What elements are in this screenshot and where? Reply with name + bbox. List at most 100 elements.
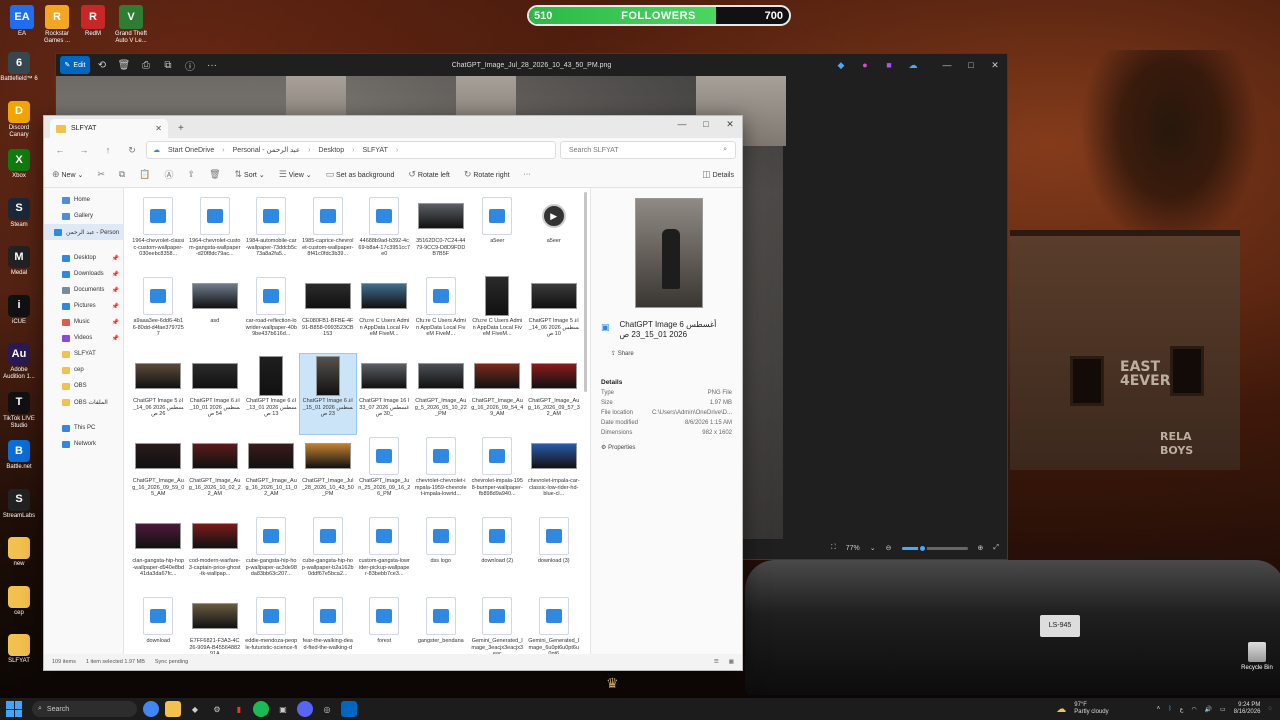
file-item[interactable]: ChatGPT Image 6 أغسطس 2026 01_13_13 ص bbox=[243, 354, 300, 434]
breadcrumb-item[interactable]: Start OneDrive bbox=[168, 147, 214, 154]
file-item[interactable]: ChatGPT_Image_Jul_28_2026_10_43_50_PM bbox=[300, 434, 357, 514]
new-tab-icon[interactable]: + bbox=[178, 123, 184, 134]
up-icon[interactable]: ↑ bbox=[98, 140, 118, 160]
start-button[interactable] bbox=[6, 701, 22, 717]
rename-icon[interactable]: Ⓐ bbox=[165, 168, 174, 181]
zoom-in-icon[interactable]: ⊕ bbox=[978, 544, 984, 552]
sidebar-item[interactable]: عبد الرحمن - Person bbox=[44, 224, 123, 240]
desktop-shortcut[interactable]: M Medal bbox=[0, 246, 39, 277]
fit-icon[interactable]: ⛶ bbox=[831, 544, 836, 552]
rotate-right-button[interactable]: ↻ Rotate right bbox=[464, 169, 510, 180]
new-button[interactable]: ⊕ New ⌄ bbox=[52, 169, 83, 180]
designer-icon[interactable]: ◆ bbox=[829, 54, 853, 76]
minimize-icon[interactable]: — bbox=[935, 54, 959, 76]
language-icon[interactable]: ع bbox=[1180, 706, 1184, 713]
file-explorer-icon[interactable] bbox=[165, 701, 181, 717]
edit-button[interactable]: ✎ Edit bbox=[60, 56, 90, 74]
scrollbar[interactable] bbox=[584, 192, 587, 392]
copy-icon[interactable]: ⧉ bbox=[119, 169, 125, 180]
file-item[interactable]: ChatGPT_Image_Aug_16_2026_09_54_49_AM bbox=[469, 354, 526, 434]
breadcrumb-item[interactable]: Desktop bbox=[318, 147, 344, 154]
more-button[interactable]: ··· bbox=[524, 171, 531, 178]
battery-icon[interactable]: ▭ bbox=[1220, 706, 1226, 713]
desktop-shortcut[interactable]: S StreamLabs bbox=[0, 488, 39, 520]
epic-games-icon[interactable]: ◆ bbox=[187, 701, 203, 717]
weather-widget[interactable]: 97°F Partly cloudy bbox=[1074, 702, 1108, 716]
file-item[interactable]: ChatGPT_Image_Aug_16_2026_10_02_22_AM bbox=[187, 434, 244, 514]
sidebar-item[interactable]: This PC bbox=[44, 420, 123, 436]
file-item[interactable]: E7FF6821-F3A3-4C26-909A-B4556488291A bbox=[187, 594, 244, 654]
file-item[interactable]: download (2) bbox=[469, 514, 526, 594]
breadcrumb-item[interactable]: Personal - عبد الرحمن bbox=[233, 146, 300, 154]
view-button[interactable]: ☰ View ⌄ bbox=[279, 169, 312, 180]
file-item[interactable]: cube-gangsta-hip-hop-wallpaper-ac3de98da… bbox=[243, 514, 300, 594]
capcut-icon[interactable]: ▣ bbox=[275, 701, 291, 717]
list-view-icon[interactable]: ☰ bbox=[714, 659, 719, 665]
file-item[interactable]: ▶ a5eer bbox=[526, 194, 583, 274]
github-icon[interactable]: ◎ bbox=[319, 701, 335, 717]
file-item[interactable]: Cfu:re C Users Admin AppData Local FiveM… bbox=[413, 274, 470, 354]
discord-icon[interactable] bbox=[297, 701, 313, 717]
clock[interactable]: 9:24 PM 8/16/2026 bbox=[1234, 702, 1261, 716]
close-icon[interactable]: ✕ bbox=[983, 54, 1007, 76]
file-item[interactable]: ChatGPT Image 16 أغسطس 2026 07_33_30 ص bbox=[356, 354, 413, 434]
zoom-out-icon[interactable]: ⊖ bbox=[886, 544, 892, 552]
file-item[interactable]: clan-gangsta-hip-hop-wallpaper-d940e8bd4… bbox=[130, 514, 187, 594]
wifi-icon[interactable]: ◠ bbox=[1191, 706, 1196, 713]
close-icon[interactable]: ✕ bbox=[718, 116, 742, 132]
rotate-left-button[interactable]: ↺ Rotate left bbox=[408, 169, 449, 180]
file-item[interactable]: ChatGPT Image 5 أغسطس 2026 06_14_10 ص bbox=[526, 274, 583, 354]
more-icon[interactable]: ··· bbox=[202, 56, 222, 74]
sort-button[interactable]: ⇅ Sort ⌄ bbox=[235, 169, 265, 180]
file-item[interactable]: Cfu:re C Users Admin AppData Local FiveM… bbox=[356, 274, 413, 354]
file-item[interactable]: Gemini_Generated_Image_6u0pt6u0pt6u0pt6 bbox=[526, 594, 583, 654]
desktop-shortcut[interactable]: B Battle.net bbox=[0, 440, 39, 471]
file-item[interactable]: chevrolet-impala-1958-burnper-wallpaper-… bbox=[469, 434, 526, 514]
delete-icon[interactable]: 🗑 bbox=[209, 169, 220, 180]
file-item[interactable]: car-road-reflection-lowrider-wallpaper-4… bbox=[243, 274, 300, 354]
file-item[interactable]: download (3) bbox=[526, 514, 583, 594]
file-item[interactable]: fear-the-walking-dead-fted-the-walking-d bbox=[300, 594, 357, 654]
file-item[interactable]: cube-gangsta-hip-hop-wallpaper-b2a162b0d… bbox=[300, 514, 357, 594]
maximize-icon[interactable]: □ bbox=[694, 116, 718, 132]
file-item[interactable]: a5eer bbox=[469, 194, 526, 274]
details-button[interactable]: ◫ Details bbox=[702, 169, 734, 180]
file-item[interactable]: 1985-caprice-chevrolet-custom-wallpaper-… bbox=[300, 194, 357, 274]
file-item[interactable]: 1964-chevrolet-classic-custom-wallpaper-… bbox=[130, 194, 187, 274]
taskbar-search[interactable]: ⌕ Search bbox=[32, 701, 137, 717]
sidebar-item[interactable]: cep bbox=[44, 362, 123, 378]
desktop-shortcut[interactable]: D Discord Canary bbox=[0, 100, 39, 139]
file-item[interactable]: 35162DC0-7C24-4479-9CC9-D8D9FDDB7B5F bbox=[413, 194, 470, 274]
sidebar-item[interactable]: Music 📌 bbox=[44, 314, 123, 330]
file-item[interactable]: gangster_bendana bbox=[413, 594, 470, 654]
properties-button[interactable]: ⚙ Properties bbox=[601, 444, 732, 451]
chevron-up-icon[interactable]: ˄ bbox=[1157, 706, 1161, 712]
desktop-shortcut[interactable]: new bbox=[0, 537, 39, 568]
chrome-icon[interactable] bbox=[143, 701, 159, 717]
notification-icon[interactable]: ◌ bbox=[1268, 706, 1272, 712]
photos-icon[interactable] bbox=[341, 701, 357, 717]
onedrive-icon[interactable]: ☁ bbox=[901, 54, 925, 76]
zoom-level[interactable]: 77% bbox=[846, 545, 860, 552]
sidebar-item[interactable]: OBS bbox=[44, 378, 123, 394]
recycle-bin[interactable]: Recycle Bin bbox=[1240, 642, 1274, 671]
share-icon[interactable]: ⇪ bbox=[188, 169, 196, 180]
file-item[interactable]: dss logo bbox=[413, 514, 470, 594]
clipchamp-icon[interactable]: ■ bbox=[877, 54, 901, 76]
close-icon[interactable]: ✕ bbox=[155, 124, 162, 133]
zoom-slider-knob[interactable] bbox=[917, 543, 927, 553]
file-item[interactable]: 44688b9ad-b392-4c69-b8a4-17c3951cc7e0 bbox=[356, 194, 413, 274]
desktop-shortcut[interactable]: 6 Battlefield™ 6 bbox=[0, 52, 39, 83]
rotate-icon[interactable]: ⟲ bbox=[92, 56, 112, 74]
file-item[interactable]: 1964-chevrolet-custom-gangsta-wallpaper-… bbox=[187, 194, 244, 274]
desktop-shortcut[interactable]: cep bbox=[0, 585, 39, 617]
zoom-slider[interactable] bbox=[901, 543, 968, 553]
desktop-shortcut[interactable]: SLFYAT bbox=[0, 634, 39, 665]
back-icon[interactable]: ← bbox=[50, 140, 70, 160]
file-item[interactable]: download bbox=[130, 594, 187, 654]
bluetooth-icon[interactable]: ᛒ bbox=[1168, 706, 1172, 712]
file-item[interactable]: chevrolet-impala-car-classic-low-rider-h… bbox=[526, 434, 583, 514]
chevron-down-icon[interactable]: ⌄ bbox=[870, 544, 876, 552]
sidebar-item[interactable]: Videos 📌 bbox=[44, 330, 123, 346]
file-item[interactable]: custom-gangsta-lowrider-pickup-wallpaper… bbox=[356, 514, 413, 594]
